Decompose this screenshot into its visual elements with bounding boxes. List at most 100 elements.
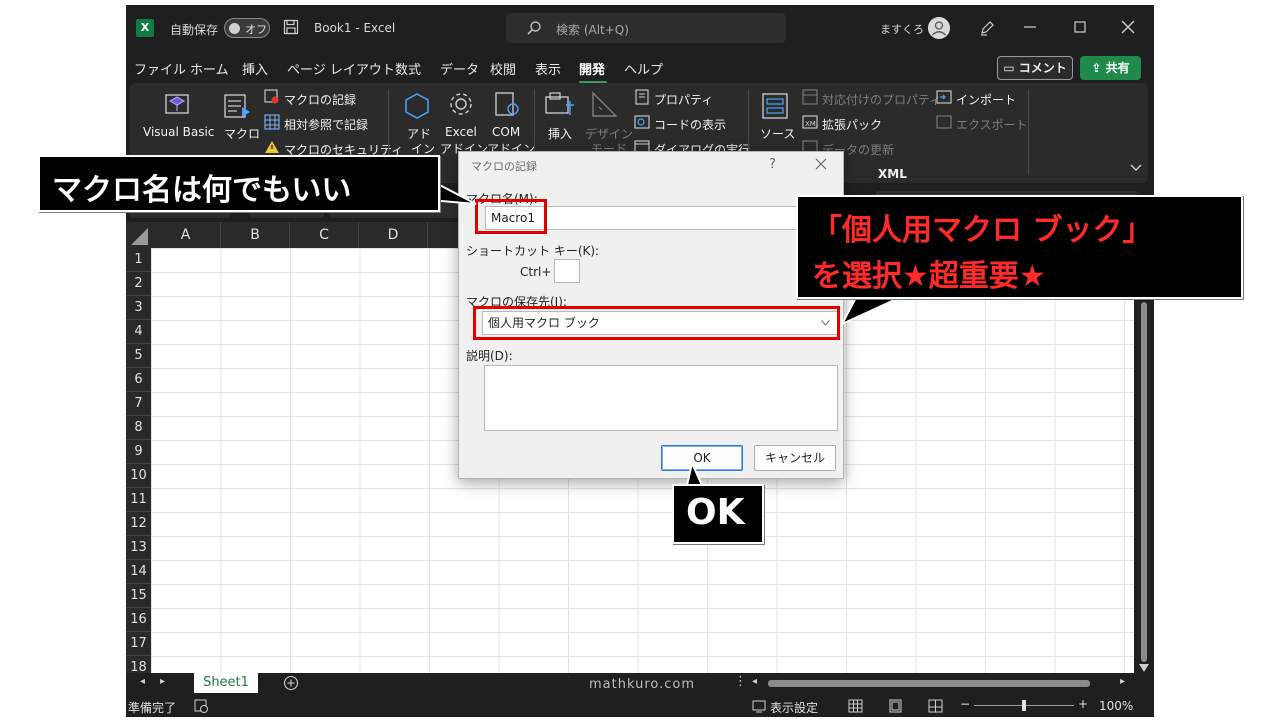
view-code-label[interactable]: コードの表示 [654,116,726,133]
addin-icon[interactable] [402,91,432,121]
macro-record-status-icon[interactable] [194,699,209,714]
user-name[interactable]: ますくろ [880,21,924,37]
row-header[interactable]: 7 [126,392,151,416]
minimize-icon[interactable] [1020,17,1040,37]
row-header[interactable]: 13 [126,536,151,560]
close-icon[interactable] [815,158,827,170]
horizontal-scroll-thumb[interactable] [768,680,1090,687]
row-header[interactable]: 11 [126,488,151,512]
insert-controls-icon[interactable] [544,91,576,121]
row-header[interactable]: 17 [126,632,151,656]
tab-help[interactable]: ヘルプ [624,59,663,78]
comment-button[interactable]: ▭ コメント [997,56,1073,80]
share-button[interactable]: ⇪ 共有 [1080,56,1141,80]
add-sheet-icon[interactable] [283,675,299,691]
tab-file[interactable]: ファイル [134,59,186,78]
search-icon [527,21,541,35]
zoom-out-icon[interactable]: − [960,697,970,711]
column-header[interactable]: D [359,222,428,248]
column-header[interactable]: B [221,222,290,248]
search-box[interactable]: 検索 (Alt+Q) [506,13,786,43]
visual-basic-label[interactable]: Visual Basic [143,125,214,139]
sheet-tab-sheet1[interactable]: Sheet1 [194,673,258,693]
page-layout-view-icon[interactable] [888,699,903,713]
select-all-corner[interactable] [126,222,151,248]
more-options-icon[interactable]: ⋮ [734,674,747,689]
visual-basic-icon[interactable] [162,89,192,119]
row-header[interactable]: 3 [126,296,151,320]
normal-view-icon[interactable] [848,699,863,713]
row-header[interactable]: 1 [126,248,151,272]
tab-view[interactable]: 表示 [535,59,561,78]
import-label[interactable]: インポート [956,91,1016,108]
save-icon[interactable] [283,19,299,35]
source-icon[interactable] [760,91,790,121]
record-macro-label[interactable]: マクロの記録 [284,91,356,108]
scroll-down-icon[interactable] [1139,664,1149,672]
row-header[interactable]: 10 [126,464,151,488]
chevron-down-icon[interactable] [1130,163,1142,173]
row-header[interactable]: 5 [126,344,151,368]
row-header[interactable]: 16 [126,608,151,632]
row-header[interactable]: 12 [126,512,151,536]
gear-icon[interactable] [446,89,476,119]
tab-home[interactable]: ホーム [190,59,229,78]
view-code-icon[interactable] [634,114,650,130]
source-label[interactable]: ソース [760,125,795,142]
description-label: 説明(D): [466,349,513,363]
row-header[interactable]: 9 [126,440,151,464]
next-sheet-icon[interactable]: ▸ [160,676,165,687]
expansion-packs-icon[interactable]: XML [802,114,818,130]
com-addin-icon[interactable] [492,89,522,119]
row-header[interactable]: 8 [126,416,151,440]
relative-ref-icon[interactable] [264,114,280,130]
zoom-in-icon[interactable]: + [1078,697,1088,711]
display-settings-label[interactable]: 表示設定 [770,699,818,716]
column-header[interactable]: C [290,222,359,248]
description-input[interactable] [484,365,838,431]
expansion-packs-label[interactable]: 拡張パック [822,116,882,133]
vertical-scroll-thumb[interactable] [1141,302,1147,662]
scroll-left-icon[interactable]: ◂ [752,676,757,687]
tab-insert[interactable]: 挿入 [242,59,268,78]
properties-icon[interactable] [634,89,650,105]
display-settings-icon[interactable] [752,699,768,714]
insert-label[interactable]: 挿入 [548,125,572,142]
prev-sheet-icon[interactable]: ◂ [140,676,145,687]
properties-label[interactable]: プロパティ [654,91,713,108]
macro-icon[interactable] [222,91,252,121]
pen-icon[interactable] [978,19,996,37]
record-macro-icon[interactable] [264,89,280,105]
zoom-level[interactable]: 100% [1099,699,1133,713]
cancel-button[interactable]: キャンセル [754,445,836,471]
row-header[interactable]: 2 [126,272,151,296]
tab-formulas[interactable]: 数式 [395,59,421,78]
tab-data[interactable]: データ [440,59,479,78]
scroll-right-icon[interactable]: ▸ [1120,676,1125,687]
close-icon[interactable] [1118,17,1138,37]
zoom-slider-thumb[interactable] [1022,700,1026,711]
tab-page-layout[interactable]: ページ レイアウト [287,59,395,78]
tab-developer[interactable]: 開発 [579,59,605,78]
export-icon [936,115,952,129]
row-header[interactable]: 6 [126,368,151,392]
com-addin-label-1[interactable]: COM [492,125,520,139]
relative-ref-label[interactable]: 相対参照で記録 [284,116,368,133]
warning-icon[interactable] [264,140,280,154]
import-icon[interactable] [936,89,952,105]
page-break-view-icon[interactable] [928,699,943,713]
help-button[interactable]: ? [769,157,776,172]
excel-addin-label-1[interactable]: Excel [445,125,477,139]
row-header[interactable]: 14 [126,560,151,584]
row-header[interactable]: 15 [126,584,151,608]
document-title: Book1 - Excel [314,21,396,35]
store-macro-callout: 「個人用マクロ ブック」 を選択★超重要★ [796,195,1243,299]
macro-label[interactable]: マクロ [224,125,260,142]
tab-review[interactable]: 校閲 [490,59,516,78]
shortcut-key-input[interactable] [554,259,580,283]
row-header[interactable]: 4 [126,320,151,344]
maximize-icon[interactable] [1070,17,1090,37]
autosave-toggle[interactable]: オフ [224,18,270,38]
avatar[interactable] [928,17,950,39]
column-header[interactable]: A [151,222,221,248]
